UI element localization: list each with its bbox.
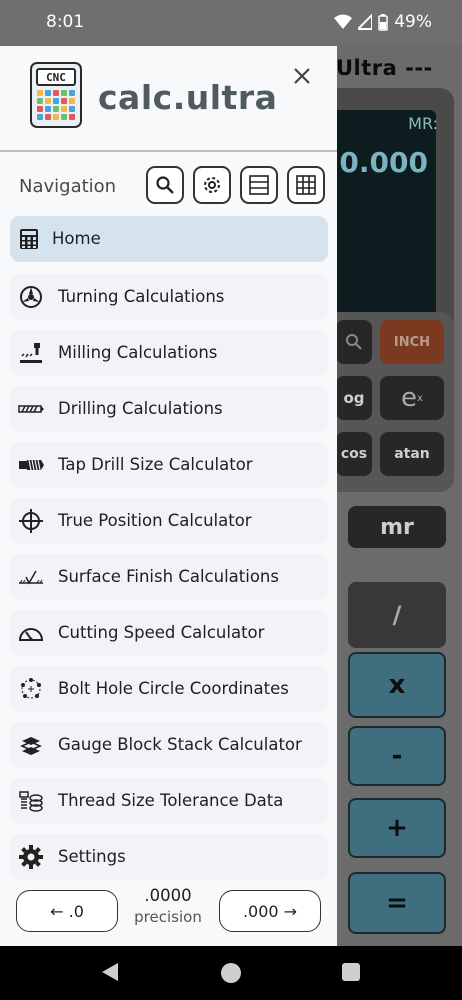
equals-key: = <box>348 872 446 934</box>
close-drawer-button[interactable] <box>288 62 316 90</box>
log-key: og <box>336 376 372 420</box>
menu-item-home[interactable]: Home <box>10 216 328 262</box>
menu-item-label: Bolt Hole Circle Coordinates <box>58 679 289 698</box>
menu-item-gauge-block[interactable]: Gauge Block Stack Calculator <box>10 722 328 768</box>
lathe-chuck-icon <box>18 285 44 309</box>
menu-item-true-position[interactable]: True Position Calculator <box>10 498 328 544</box>
precision-label: precision <box>134 908 202 926</box>
unit-toggle-key: INCH <box>380 320 444 364</box>
menu-item-thread-size[interactable]: Thread Size Tolerance Data <box>10 778 328 824</box>
calculator-title: Ultra --- <box>336 56 433 80</box>
status-icons: 49% <box>334 12 432 32</box>
cos-key: cos <box>336 432 372 476</box>
atan-key: atan <box>380 432 444 476</box>
wifi-icon <box>334 14 353 29</box>
back-icon[interactable] <box>102 963 118 981</box>
menu-item-label: True Position Calculator <box>58 511 252 530</box>
menu-item-milling[interactable]: Milling Calculations <box>10 330 328 376</box>
search-icon <box>156 176 174 194</box>
increase-precision-button[interactable]: .000 → <box>219 890 321 932</box>
menu-item-drilling[interactable]: Drilling Calculations <box>10 386 328 432</box>
menu-item-tap-drill[interactable]: Tap Drill Size Calculator <box>10 442 328 488</box>
gauge-block-icon <box>18 733 44 757</box>
grid-layout-icon <box>296 175 316 195</box>
precision-controls: ← .0 .0000 precision .000 → <box>0 884 337 940</box>
speedometer-icon <box>18 621 44 645</box>
search-key <box>336 320 372 364</box>
tap-icon <box>18 453 44 477</box>
memory-recall-label: MR: <box>408 114 438 133</box>
search-icon <box>346 334 362 350</box>
calculator-display <box>336 110 436 320</box>
close-icon <box>294 68 310 84</box>
navigation-drawer: CNC calc.ultra Navigation Home Turning C… <box>0 46 337 946</box>
battery-percent: 49% <box>394 12 432 32</box>
precision-value: .0000 <box>144 886 192 905</box>
list-view-button[interactable] <box>240 166 278 204</box>
system-navigation-bar <box>0 946 462 1000</box>
thread-icon <box>18 789 44 813</box>
gear-icon <box>18 845 44 869</box>
menu-item-label: Surface Finish Calculations <box>58 567 279 586</box>
crosshair-icon <box>18 509 44 533</box>
menu-item-label: Gauge Block Stack Calculator <box>58 735 302 754</box>
status-time: 8:01 <box>46 12 85 32</box>
menu-item-bolt-hole[interactable]: Bolt Hole Circle Coordinates <box>10 666 328 712</box>
gear-icon <box>204 177 220 193</box>
calculator-icon <box>16 227 42 251</box>
divide-key: / <box>348 582 446 648</box>
home-icon[interactable] <box>221 963 241 983</box>
subtract-key: - <box>348 726 446 786</box>
navigation-toolbar: Navigation <box>0 164 337 208</box>
status-bar: 8:01 49% <box>0 0 462 46</box>
menu-item-turning[interactable]: Turning Calculations <box>10 274 328 320</box>
bolt-circle-icon <box>18 677 44 701</box>
menu-item-label: Thread Size Tolerance Data <box>58 791 284 810</box>
multiply-key: x <box>348 652 446 718</box>
mr-key: mr <box>348 506 446 548</box>
app-logo: CNC <box>30 62 82 128</box>
app-name: calc.ultra <box>98 78 278 117</box>
search-button[interactable] <box>146 166 184 204</box>
navigation-heading: Navigation <box>19 176 117 197</box>
exp-key-label: e <box>401 383 418 413</box>
exp-key-sup: x <box>417 392 423 404</box>
drill-bit-icon <box>18 397 44 421</box>
menu-item-label: Turning Calculations <box>58 287 225 306</box>
calculator-background: Ultra --- MR: 0.000 INCH og ex cos atan … <box>336 46 462 946</box>
menu-item-label: Tap Drill Size Calculator <box>58 455 253 474</box>
menu-item-label: Drilling Calculations <box>58 399 223 418</box>
menu-item-label: Settings <box>58 847 126 866</box>
menu-item-label: Home <box>52 229 101 248</box>
menu-item-label: Cutting Speed Calculator <box>58 623 265 642</box>
surface-finish-icon <box>18 565 44 589</box>
display-value: 0.000 <box>339 146 428 179</box>
add-key: + <box>348 798 446 858</box>
decrease-precision-button[interactable]: ← .0 <box>16 890 118 932</box>
logo-keys <box>37 90 77 120</box>
menu-item-cutting-speed[interactable]: Cutting Speed Calculator <box>10 610 328 656</box>
settings-button[interactable] <box>193 166 231 204</box>
recent-apps-icon[interactable] <box>342 963 360 981</box>
milling-icon <box>18 341 44 365</box>
battery-icon <box>378 13 388 31</box>
grid-view-button[interactable] <box>287 166 325 204</box>
exp-key: ex <box>380 376 444 420</box>
menu-item-label: Milling Calculations <box>58 343 218 362</box>
signal-icon <box>358 14 373 30</box>
menu-item-surface-finish[interactable]: Surface Finish Calculations <box>10 554 328 600</box>
logo-text: CNC <box>36 68 76 86</box>
drawer-header: CNC calc.ultra <box>0 46 337 152</box>
menu-item-settings[interactable]: Settings <box>10 834 328 880</box>
list-layout-icon <box>249 175 269 195</box>
